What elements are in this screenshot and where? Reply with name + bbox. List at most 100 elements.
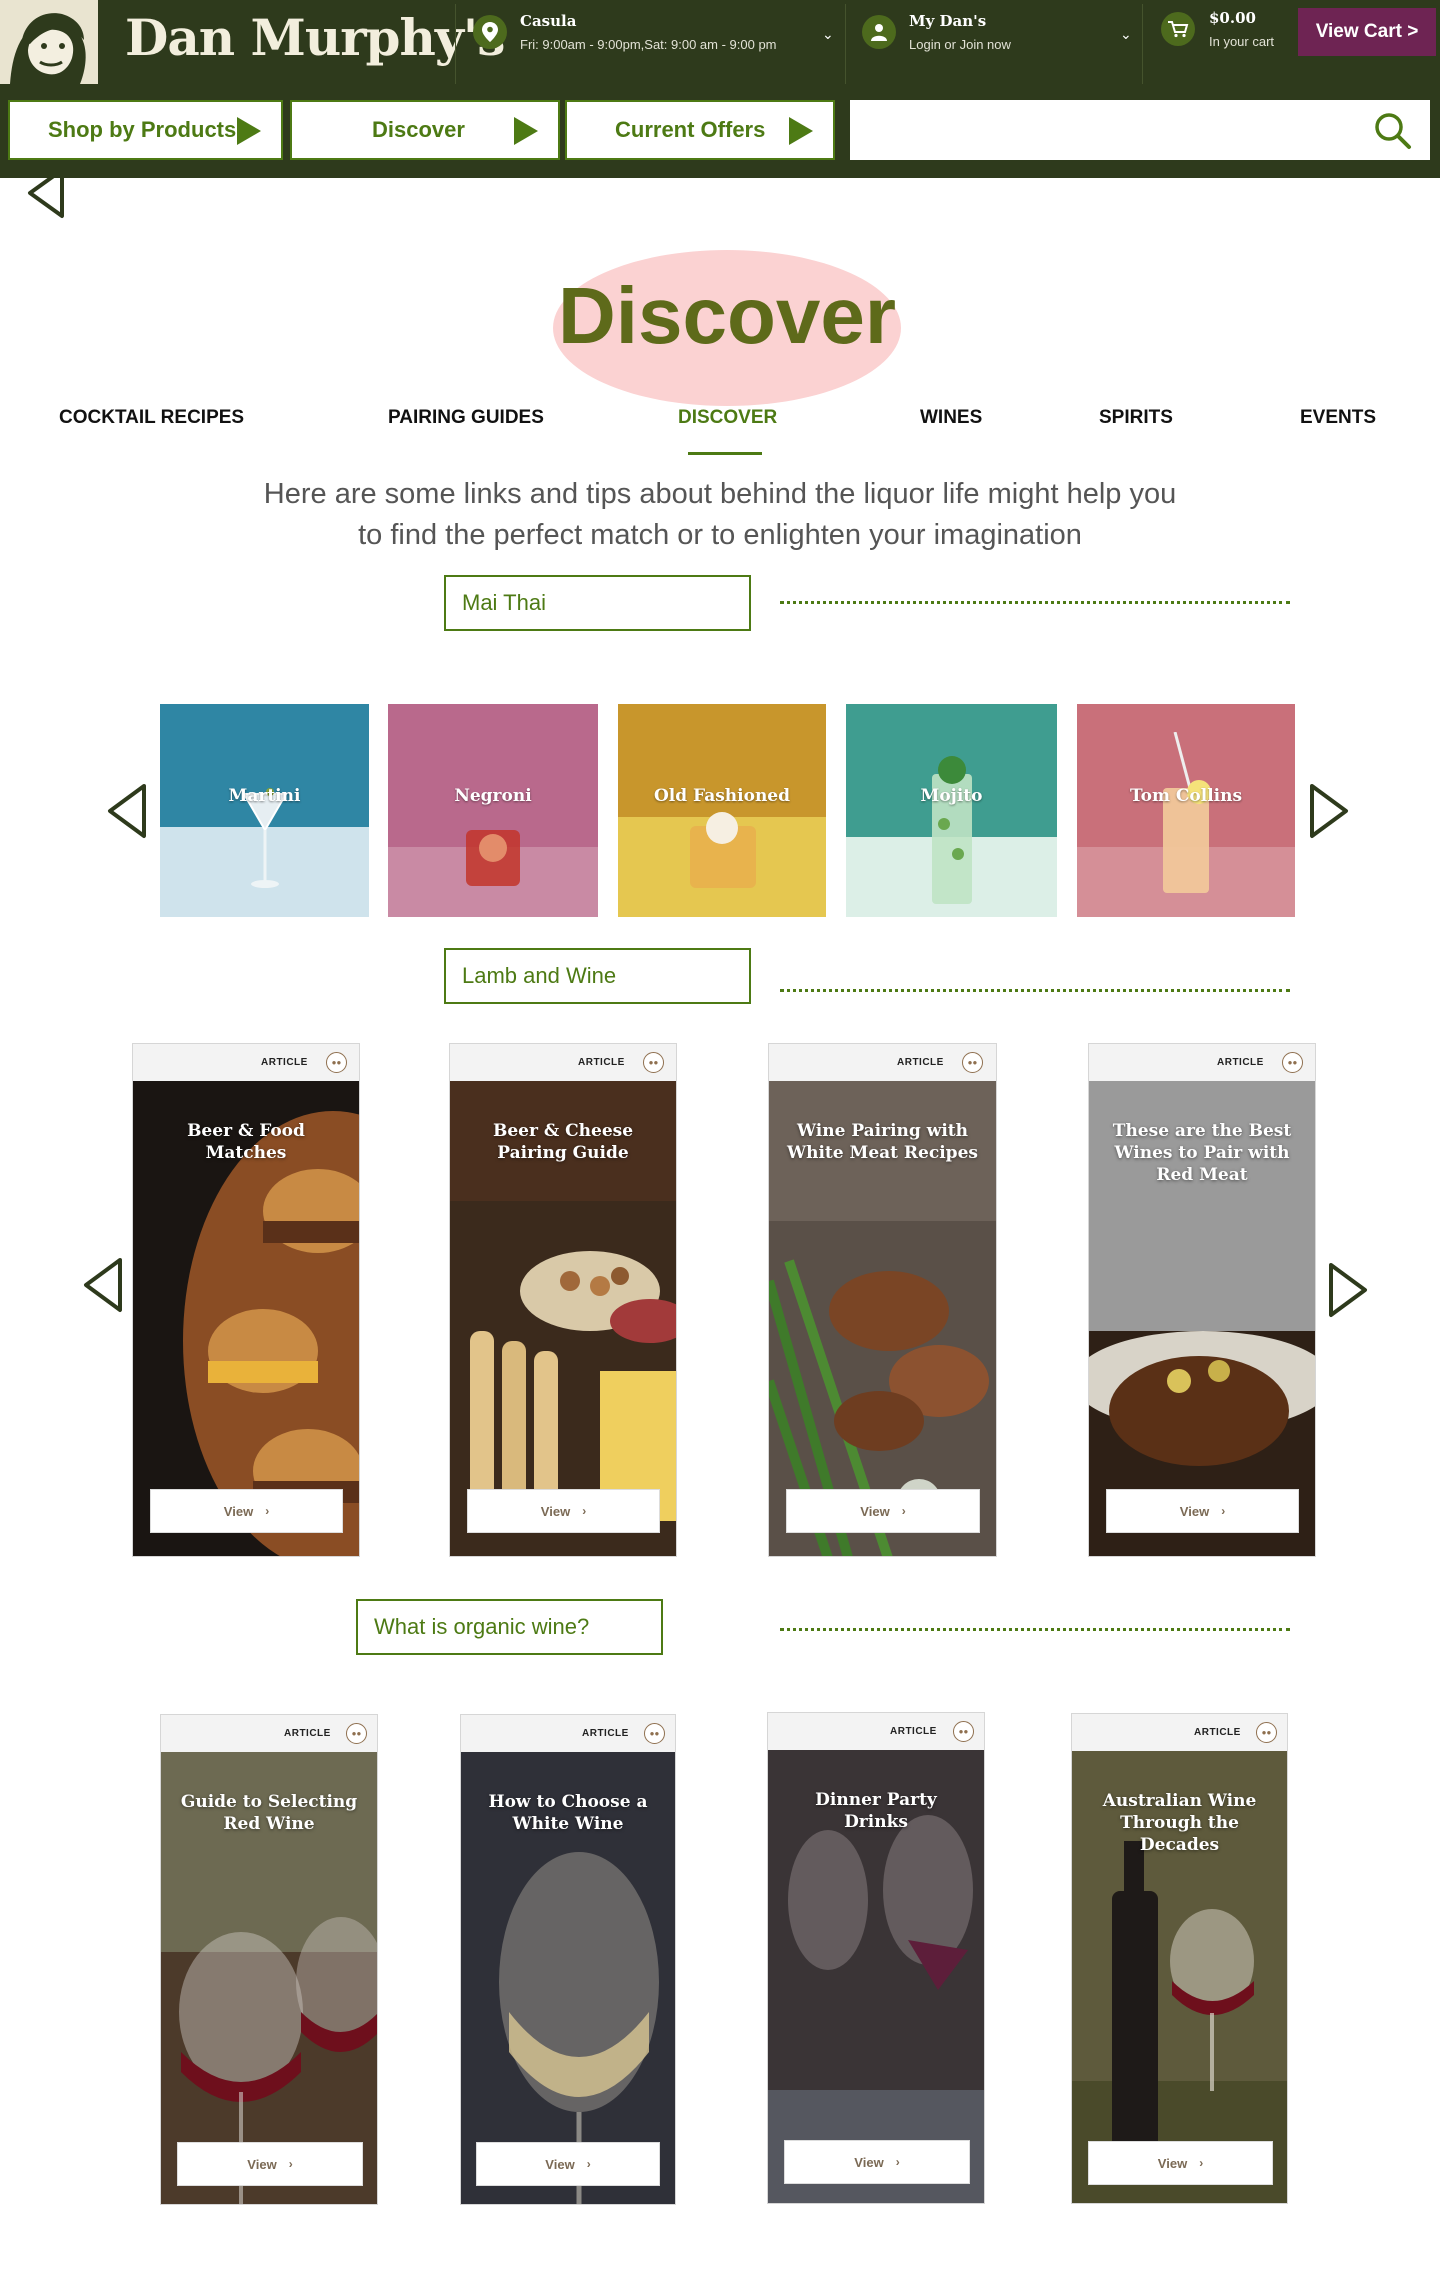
article-card-white-meat[interactable]: ARTICLE ●● Wine Pairing with White Meat … [768,1043,997,1557]
chevron-right-icon: › [901,1504,906,1518]
tumbler-glass-icon [690,812,756,888]
article-title: Beer & Cheese Pairing Guide [492,1121,634,1163]
article-badge-icon: ●● [326,1052,347,1073]
tab-pairing-guides[interactable]: PAIRING GUIDES [388,407,544,429]
store-name[interactable]: Casula [520,12,576,30]
card-header-strip [1072,1714,1287,1751]
article-card-dinner-party[interactable]: ARTICLE ●● Dinner Party Drinks View › [767,1712,985,2204]
article-card-red-wine[interactable]: ARTICLE ●● Guide to Selecting Red Wine V… [160,1714,378,2205]
tab-cocktail-recipes[interactable]: COCKTAIL RECIPES [59,407,244,429]
tab-discover[interactable]: DISCOVER [678,407,777,429]
card-header-strip [161,1715,377,1752]
article-view-button[interactable]: View › [476,2142,660,2186]
view-cart-button[interactable]: View Cart > [1298,8,1436,56]
article-card-australian-wine[interactable]: ARTICLE ●● Australian Wine Through the D… [1071,1713,1288,2204]
article-card-beer-cheese[interactable]: ARTICLE ●● Beer & Cheese Pairing Guide V… [449,1043,677,1557]
article-card-red-meat[interactable]: ARTICLE ●● These are the Best Wines to P… [1088,1043,1316,1557]
search-icon[interactable] [1374,112,1412,150]
account-title[interactable]: My Dan's [909,12,986,30]
cart-icon[interactable] [1161,12,1195,46]
view-label: View [854,2154,884,2170]
article-view-button[interactable]: View › [1088,2141,1273,2185]
account-subtitle[interactable]: Login or Join now [909,37,1011,52]
play-triangle-icon [237,117,261,145]
account-chevron-down-icon[interactable]: ⌄ [1120,26,1132,43]
cocktail-name: Tom Collins [1129,786,1243,806]
store-chevron-down-icon[interactable]: ⌄ [822,26,834,43]
top-header: Dan Murphy's Casula Fri: 9:00am - 9:00pm… [0,0,1440,97]
intro-line: to find the perfect match or to enlighte… [358,519,1082,551]
brand-logo-portrait[interactable] [0,0,98,84]
nav-discover[interactable]: Discover [290,100,560,160]
article-view-button[interactable]: View › [784,2140,970,2184]
dotted-divider [780,1628,1290,1631]
rocks-glass-icon [466,830,520,886]
chevron-right-icon: › [586,2157,591,2171]
article-view-button[interactable]: View › [1106,1489,1299,1533]
article-view-button[interactable]: View › [786,1489,980,1533]
play-triangle-icon [789,117,813,145]
cocktail-tile-tom-collins[interactable]: Tom Collins [1077,704,1295,917]
card-header-strip [768,1713,984,1750]
article-badge-icon: ●● [1256,1722,1277,1743]
article-badge-icon: ●● [953,1721,974,1742]
header-divider [1142,4,1143,84]
nav-label: Discover [372,117,465,142]
chevron-right-icon: › [895,2155,900,2169]
nav-current-offers[interactable]: Current Offers [565,100,835,160]
back-arrow-icon[interactable] [24,166,68,220]
brand-wordmark[interactable]: Dan Murphy's [125,8,505,67]
article-title: Beer & Food Matches [187,1121,305,1163]
view-label: View [1157,2155,1188,2171]
article-view-button[interactable]: View › [467,1489,660,1533]
dotted-divider [780,601,1290,604]
article-view-button[interactable]: View › [177,2142,363,2186]
page-title: Discover [558,271,896,360]
dotted-divider [780,989,1290,992]
article-tag: ARTICLE [284,1728,331,1739]
chevron-right-icon: › [265,1504,270,1518]
article-tag: ARTICLE [261,1057,308,1068]
cocktail-name: Negroni [454,786,532,806]
article-view-button[interactable]: View › [150,1489,343,1533]
store-hours: Fri: 9:00am - 9:00pm,Sat: 9:00 am - 9:00… [520,37,777,52]
tab-events[interactable]: EVENTS [1300,407,1376,429]
cocktail-name: Old Fashioned [653,786,791,806]
cocktail-tile-mojito[interactable]: Mojito [846,704,1057,917]
location-pin-icon [473,15,507,49]
carousel-prev-arrow-icon[interactable] [80,1256,126,1314]
carousel-prev-arrow-icon[interactable] [104,782,150,840]
carousel-next-arrow-icon[interactable] [1306,782,1352,840]
cocktail-tile-martini[interactable]: Martini [160,704,369,917]
article-card-white-wine[interactable]: ARTICLE ●● How to Choose a White Wine Vi… [460,1714,676,2205]
carousel-next-arrow-icon[interactable] [1325,1261,1371,1319]
article-title: Guide to Selecting Red Wine [180,1792,358,1834]
cocktail-name: Martini [228,786,301,806]
article-badge-icon: ●● [644,1723,665,1744]
view-label: View [545,2156,575,2172]
tab-wines[interactable]: WINES [920,407,982,429]
cocktail-tile-old-fashioned[interactable]: Old Fashioned [618,704,826,917]
view-label: View [1179,1503,1210,1519]
chevron-right-icon: › [582,1504,587,1518]
article-title: These are the Best Wines to Pair with Re… [1112,1121,1292,1185]
cart-subtitle: In your cart [1209,34,1275,49]
header-divider [845,4,846,84]
view-label: View [247,2156,277,2172]
nav-shop-by-products[interactable]: Shop by Products [8,100,283,160]
article-badge-icon: ●● [643,1052,664,1073]
section-heading-box: Lamb and Wine [444,948,751,1004]
intro-line: Here are some links and tips about behin… [263,478,1177,510]
article-title: How to Choose a White Wine [488,1792,648,1834]
tab-spirits[interactable]: SPIRITS [1099,407,1173,429]
active-tab-underline [688,452,762,455]
article-card-beer-food[interactable]: ARTICLE ●● Beer & Food Matches View › [132,1043,360,1557]
card-header-strip [461,1715,675,1752]
article-tag: ARTICLE [890,1726,937,1737]
cocktail-tile-negroni[interactable]: Negroni [388,704,598,917]
view-label: View [860,1503,890,1519]
search-input[interactable] [850,100,1430,160]
user-icon [862,15,896,49]
intro-text: Here are some links and tips about behin… [180,474,1260,556]
article-tag: ARTICLE [578,1057,625,1068]
